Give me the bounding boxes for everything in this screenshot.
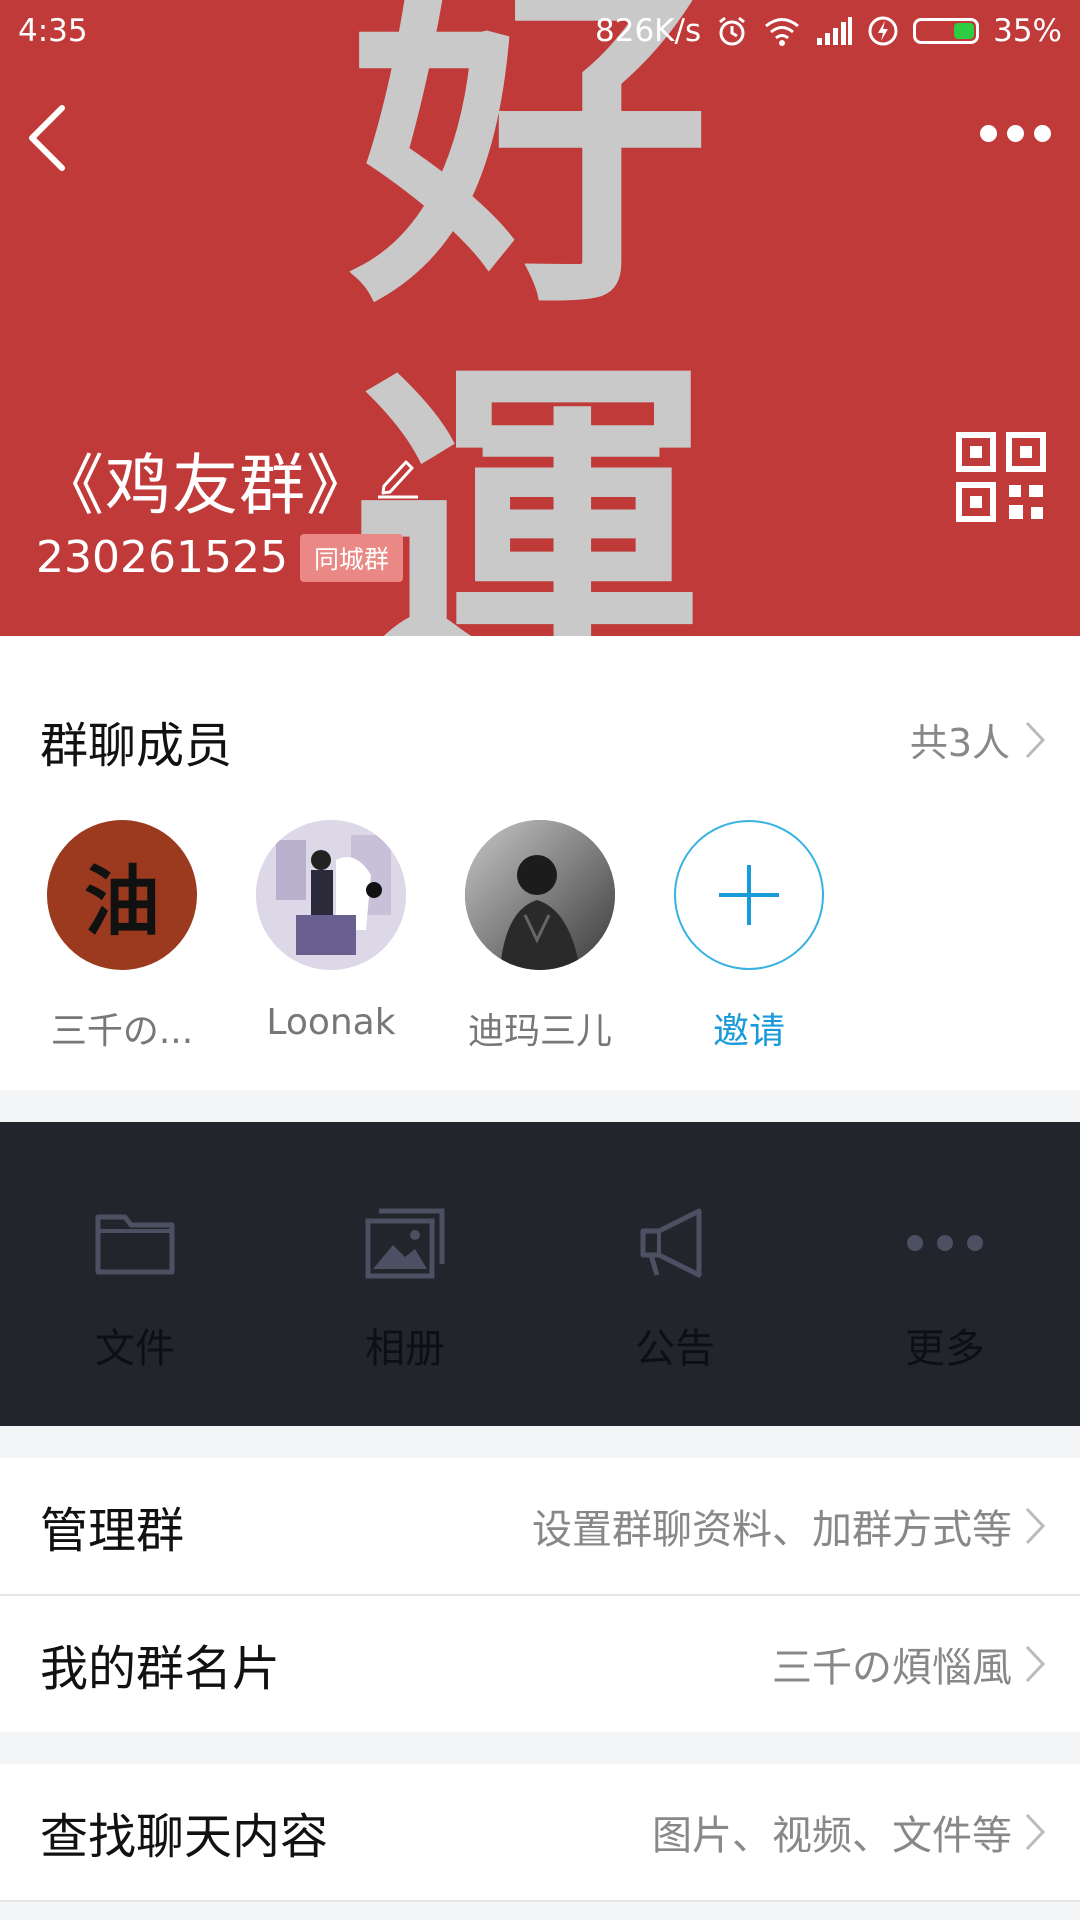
chevron-right-icon — [1025, 1507, 1046, 1545]
megaphone-icon — [632, 1200, 718, 1286]
album-icon — [362, 1200, 448, 1286]
status-bar: 4:35 826K/s 35% — [0, 0, 1080, 62]
plus-icon — [719, 865, 779, 925]
search-chat-value: 图片、视频、文件等 — [652, 1813, 1012, 1859]
action-files-label: 文件 — [95, 1326, 175, 1372]
member-item[interactable]: 迪玛三儿 — [450, 820, 630, 1054]
chevron-right-icon — [1025, 1813, 1046, 1851]
search-chat-row[interactable]: 查找聊天内容 图片、视频、文件等 — [0, 1764, 1080, 1900]
back-button[interactable] — [22, 98, 82, 178]
action-more-label: 更多 — [905, 1326, 985, 1372]
member-name: Loonak — [266, 1002, 396, 1043]
invite-label: 邀请 — [712, 1011, 785, 1052]
group-header: 好 運 4:35 826K/s 35% 《鸡友群》 230261525 同城群 — [0, 0, 1080, 636]
avatar: 油 — [47, 820, 197, 970]
chevron-left-icon — [29, 105, 65, 171]
more-options-button[interactable] — [980, 118, 1052, 148]
qr-code-icon — [956, 432, 1046, 522]
action-files[interactable]: 文件 — [0, 1122, 270, 1426]
dot-3 — [1034, 124, 1051, 142]
battery-percent: 35% — [993, 13, 1062, 49]
my-group-card-row[interactable]: 我的群名片 三千の煩惱風 — [0, 1596, 1080, 1732]
manage-group-value-wrap: 设置群聊资料、加群方式等 — [532, 1497, 1046, 1555]
battery-icon — [913, 18, 980, 44]
member-item[interactable]: 油 三千の... — [32, 820, 212, 1054]
dot-2 — [1007, 124, 1024, 142]
action-announcement[interactable]: 公告 — [540, 1122, 810, 1426]
manage-group-row[interactable]: 管理群 设置群聊资料、加群方式等 — [0, 1458, 1080, 1594]
group-type-badge: 同城群 — [299, 533, 403, 582]
my-group-card-title: 我的群名片 — [40, 1641, 281, 1697]
group-title: 《鸡友群》 — [38, 447, 373, 524]
signal-icon — [815, 16, 853, 46]
action-announcement-label: 公告 — [635, 1326, 715, 1372]
group-id: 230261525 — [36, 532, 288, 583]
member-name: 迪玛三儿 — [467, 1011, 612, 1052]
member-item[interactable]: Loonak — [241, 820, 421, 1043]
status-icons: 826K/s 35% — [595, 13, 1062, 49]
avatar — [465, 820, 615, 970]
members-count-link[interactable]: 共3人 — [910, 712, 1046, 767]
status-time: 4:35 — [18, 13, 88, 49]
chevron-right-icon — [1025, 1645, 1046, 1683]
folder-icon — [92, 1200, 178, 1286]
more-dots-icon — [902, 1200, 988, 1286]
pencil-icon — [378, 460, 418, 499]
wifi-icon — [763, 16, 801, 46]
action-album-label: 相册 — [365, 1326, 445, 1372]
net-speed: 826K/s — [595, 13, 702, 49]
manage-group-title: 管理群 — [40, 1503, 185, 1559]
invite-member-button[interactable]: 邀请 — [659, 820, 839, 1054]
alarm-icon — [715, 14, 749, 48]
manage-group-value: 设置群聊资料、加群方式等 — [532, 1507, 1012, 1553]
group-id-row: 230261525 同城群 — [36, 532, 403, 583]
my-group-card-value: 三千の煩惱風 — [772, 1645, 1012, 1691]
action-more[interactable]: 更多 — [810, 1122, 1080, 1426]
members-card: 群聊成员 共3人 油 三千の... Loonak 迪玛三儿 邀请 — [0, 636, 1080, 1090]
avatar — [256, 820, 406, 970]
edit-title-button[interactable] — [374, 452, 422, 500]
search-chat-title: 查找聊天内容 — [40, 1809, 329, 1865]
dot-1 — [980, 124, 997, 142]
action-album[interactable]: 相册 — [270, 1122, 540, 1426]
quick-actions-bar: 文件 相册 公告 更多 — [0, 1122, 1080, 1426]
search-chat-value-wrap: 图片、视频、文件等 — [652, 1803, 1046, 1861]
members-heading: 群聊成员 — [40, 718, 233, 774]
chevron-right-icon — [1025, 721, 1046, 758]
members-count: 共3人 — [909, 721, 1010, 765]
row-divider — [0, 1900, 1080, 1902]
member-name: 三千の... — [50, 1011, 194, 1052]
invite-avatar — [674, 820, 824, 970]
charging-icon — [867, 15, 899, 47]
my-group-card-value-wrap: 三千の煩惱風 — [772, 1635, 1046, 1693]
qr-code-button[interactable] — [956, 432, 1046, 522]
